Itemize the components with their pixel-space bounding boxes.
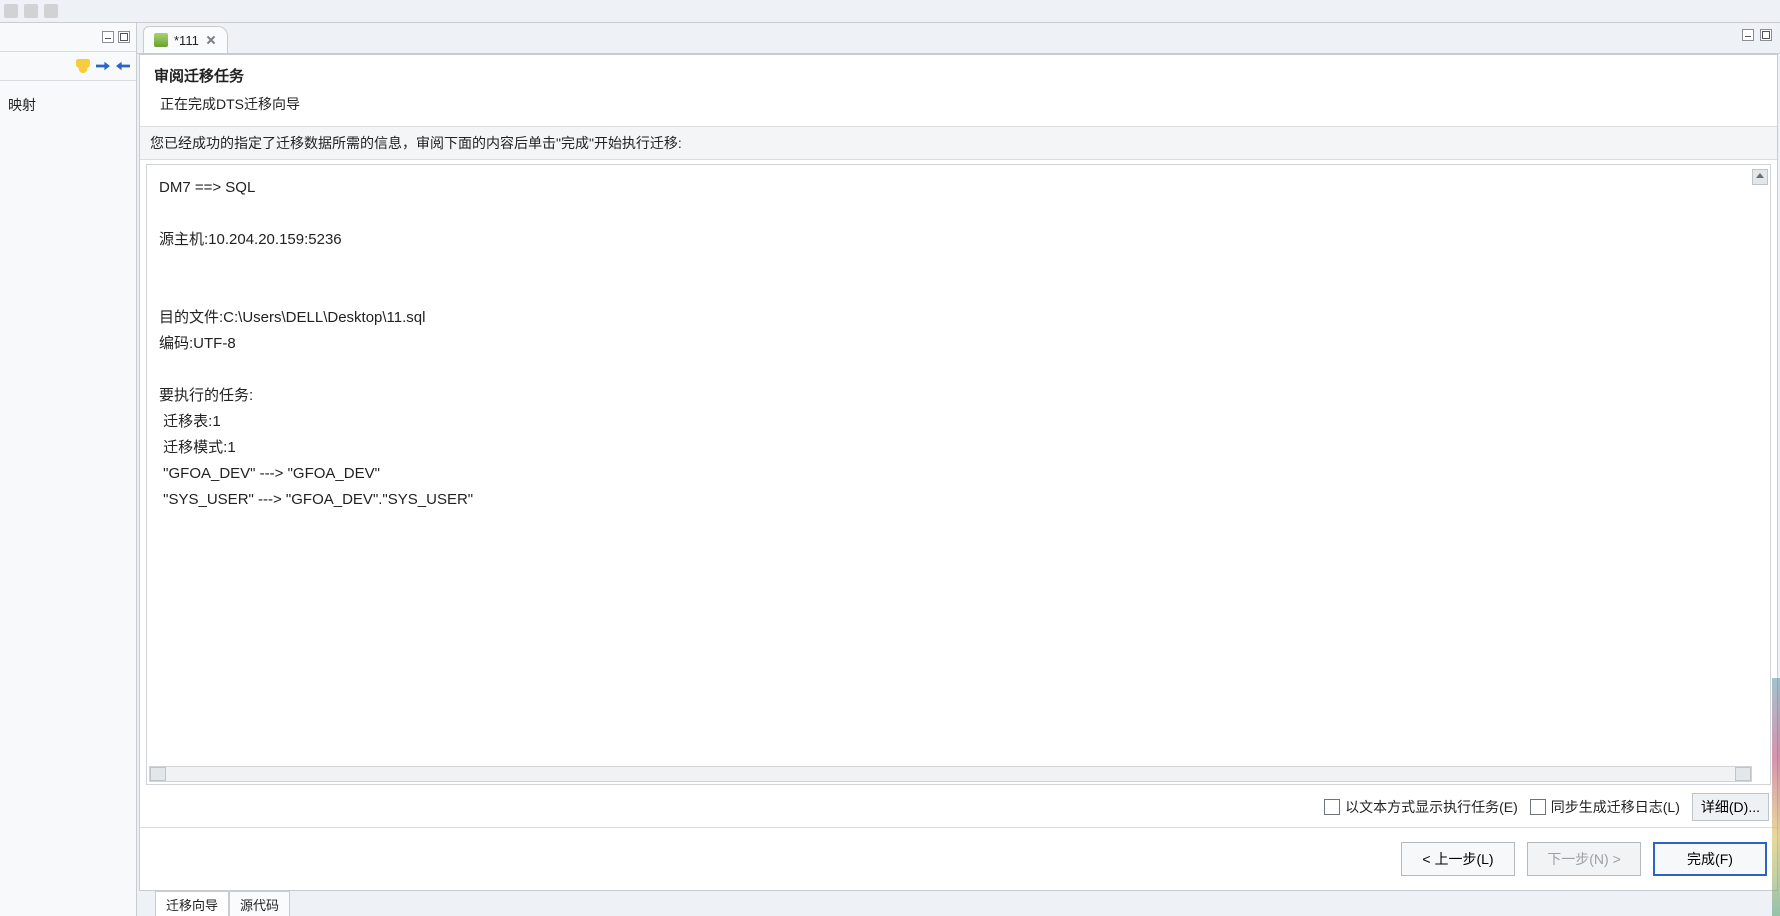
paste-icon[interactable] [44, 4, 58, 18]
left-view: 映射 [0, 23, 137, 916]
app-toolbar [0, 0, 1780, 23]
checkbox-icon [1324, 799, 1340, 815]
import-icon[interactable] [96, 59, 110, 73]
right-edge-strip [1772, 678, 1780, 916]
left-view-controls [0, 23, 136, 52]
wizard-panel: 审阅迁移任务 正在完成DTS迁移向导 您已经成功的指定了迁移数据所需的信息，审阅… [139, 54, 1778, 891]
left-view-maximize-icon[interactable] [118, 31, 130, 43]
checkbox-show-as-text[interactable]: 以文本方式显示执行任务(E) [1324, 797, 1518, 817]
scroll-left-icon[interactable] [150, 767, 166, 781]
next-button: 下一步(N) > [1527, 842, 1641, 876]
back-button[interactable]: < 上一步(L) [1401, 842, 1515, 876]
wizard-subtitle: 正在完成DTS迁移向导 [154, 94, 1763, 114]
cut-icon[interactable] [4, 4, 18, 18]
cluster-icon[interactable] [76, 59, 90, 73]
editor-tabbar-controls [1742, 29, 1772, 41]
wizard-hint: 您已经成功的指定了迁移数据所需的信息，审阅下面的内容后单击"完成"开始执行迁移: [140, 126, 1777, 160]
tab-label: *111 [174, 33, 199, 48]
review-box: DM7 ==> SQL 源主机:10.204.20.159:5236 目的文件:… [146, 164, 1771, 785]
details-button[interactable]: 详细(D)... [1692, 793, 1769, 821]
checkbox-icon [1530, 799, 1546, 815]
export-icon[interactable] [116, 59, 130, 73]
close-icon[interactable] [205, 34, 217, 46]
checkbox-gen-log[interactable]: 同步生成迁移日志(L) [1530, 797, 1680, 817]
editor-tabbar: *111 [137, 23, 1780, 54]
copy-icon[interactable] [24, 4, 38, 18]
editor-maximize-icon[interactable] [1760, 29, 1772, 41]
options-row: 以文本方式显示执行任务(E) 同步生成迁移日志(L) 详细(D)... [140, 787, 1777, 827]
wizard-nav: < 上一步(L) 下一步(N) > 完成(F) [140, 827, 1777, 890]
file-icon [154, 33, 168, 47]
left-view-minimize-icon[interactable] [102, 31, 114, 43]
tab-migration-wizard[interactable]: 迁移向导 [155, 891, 229, 916]
checkbox-show-as-text-label: 以文本方式显示执行任务(E) [1345, 797, 1518, 817]
editor-minimize-icon[interactable] [1742, 29, 1754, 41]
bottom-tabbar: 迁移向导 源代码 [137, 891, 1780, 916]
scroll-up-icon[interactable] [1752, 169, 1768, 185]
review-text[interactable]: DM7 ==> SQL 源主机:10.204.20.159:5236 目的文件:… [147, 165, 1752, 766]
scroll-right-icon[interactable] [1735, 767, 1751, 781]
horizontal-scrollbar[interactable] [149, 766, 1752, 782]
left-view-iconbar [0, 52, 136, 81]
wizard-title: 审阅迁移任务 [154, 65, 1763, 86]
tree-item-mapping[interactable]: 映射 [6, 91, 130, 119]
left-tree: 映射 [0, 81, 136, 916]
tab-111[interactable]: *111 [143, 26, 228, 53]
tab-source-code[interactable]: 源代码 [229, 891, 290, 916]
wizard-header: 审阅迁移任务 正在完成DTS迁移向导 [140, 55, 1777, 126]
finish-button[interactable]: 完成(F) [1653, 842, 1767, 876]
checkbox-gen-log-label: 同步生成迁移日志(L) [1551, 797, 1680, 817]
